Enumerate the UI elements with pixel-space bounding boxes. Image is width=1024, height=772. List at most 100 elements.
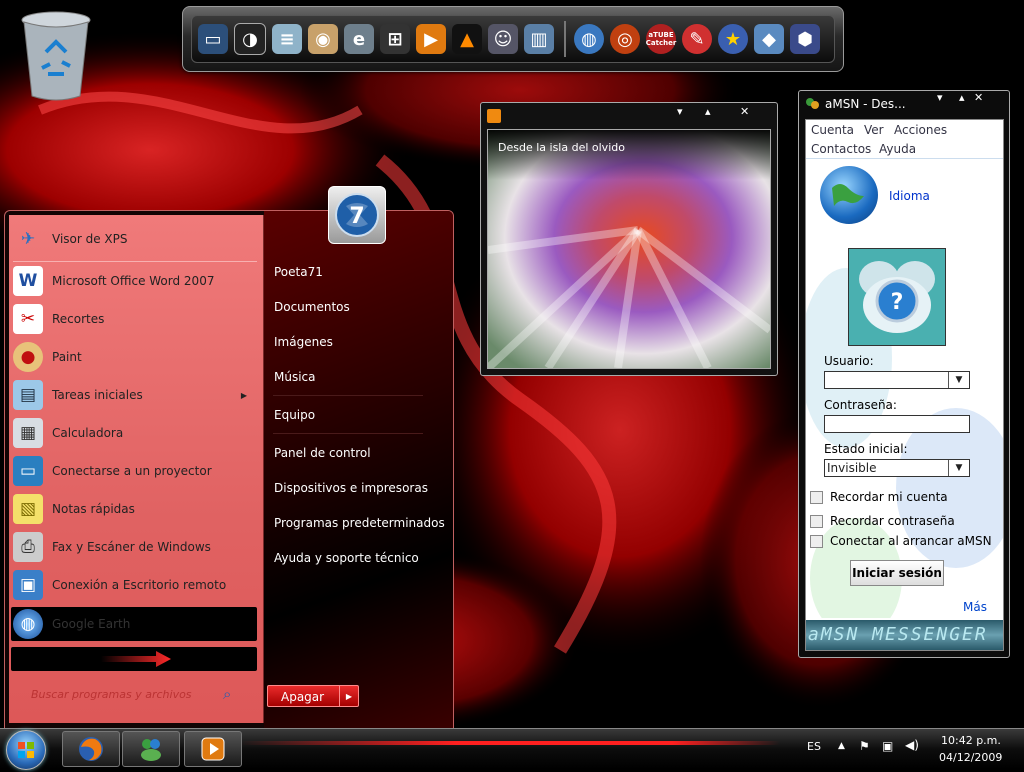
clock-date[interactable]: 04/12/2009 <box>939 751 1002 764</box>
volume-icon[interactable]: ◀) <box>905 738 919 752</box>
start-item-label: Paint <box>52 350 82 364</box>
taskbar-media-player[interactable] <box>184 731 242 767</box>
place-control-panel[interactable]: Panel de control <box>274 442 371 464</box>
user-input[interactable]: ▼ <box>824 371 970 389</box>
shutdown-options-arrow-icon[interactable]: ▶ <box>339 686 358 706</box>
checkbox-box[interactable] <box>810 514 823 528</box>
media-player-icon[interactable]: ▶ <box>416 24 446 54</box>
clock-time[interactable]: 10:42 p.m. <box>941 734 1001 747</box>
start-item-calculator[interactable]: ▦ Calculadora <box>13 415 257 451</box>
start-item-label: Fax y Escáner de Windows <box>52 540 211 554</box>
start-item-label: Conectarse a un proyector <box>52 464 212 478</box>
minimize-icon[interactable]: ▾ <box>937 91 943 104</box>
password-input[interactable] <box>824 415 970 433</box>
taskbar-firefox[interactable] <box>62 731 120 767</box>
chevron-down-icon[interactable]: ▼ <box>948 460 969 476</box>
show-hidden-icons-icon[interactable]: ▲ <box>838 741 845 751</box>
place-documents[interactable]: Documentos <box>274 296 350 318</box>
xps-viewer-icon: ✈ <box>20 229 36 249</box>
shutdown-button[interactable]: Apagar ▶ <box>267 685 359 707</box>
book-icon[interactable]: ▥ <box>524 24 554 54</box>
amsn-banner: aMSN MESSENGER <box>806 620 1003 650</box>
status-select[interactable]: Invisible ▼ <box>824 459 970 477</box>
place-music[interactable]: Música <box>274 366 316 388</box>
auto-connect-checkbox[interactable]: Conectar al arrancar aMSN <box>810 534 992 548</box>
menu-ayuda[interactable]: Ayuda <box>879 142 916 156</box>
all-programs-bar[interactable] <box>11 647 257 671</box>
start-item-sticky-notes[interactable]: ▧ Notas rápidas <box>13 491 257 527</box>
checkbox-box[interactable] <box>810 490 823 504</box>
windows-icon[interactable]: ⊞ <box>380 24 410 54</box>
network-icon[interactable]: ▣ <box>882 739 893 753</box>
start-item-projector[interactable]: ▭ Conectarse a un proyector <box>13 453 257 489</box>
more-link[interactable]: Más <box>963 600 987 614</box>
star-icon[interactable]: ★ <box>718 24 748 54</box>
start-item-xps-viewer[interactable]: ✈ Visor de XPS <box>13 221 257 257</box>
place-pictures[interactable]: Imágenes <box>274 331 333 353</box>
virtualbox-icon[interactable]: ◆ <box>754 24 784 54</box>
close-icon[interactable]: ✕ <box>974 91 983 104</box>
top-dock: ▭ ◑ ≡ ◉ e ⊞ ▶ ▲ ☺ ▥ ◍ ◎ aTUBE Catcher ✎ … <box>182 6 844 72</box>
start-item-snipping-tool[interactable]: ✂ Recortes <box>13 301 257 337</box>
place-default-programs[interactable]: Programas predeterminados <box>274 512 445 534</box>
place-user[interactable]: Poeta71 <box>274 261 323 283</box>
remember-account-checkbox[interactable]: Recordar mi cuenta <box>810 490 948 504</box>
recycle-bin-icon[interactable] <box>18 8 94 102</box>
start-item-fax-scanner[interactable]: ⎙ Fax y Escáner de Windows <box>13 529 257 565</box>
checkbox-box[interactable] <box>810 534 823 548</box>
start-item-getting-started[interactable]: ▤ Tareas iniciales ▶ <box>13 377 257 413</box>
start-item-label: Calculadora <box>52 426 124 440</box>
start-menu-places-pane <box>264 211 453 729</box>
start-item-paint[interactable]: ● Paint <box>13 339 257 375</box>
start-item-label: Notas rápidas <box>52 502 135 516</box>
close-icon[interactable]: ✕ <box>740 105 749 118</box>
action-center-flag-icon[interactable]: ⚑ <box>859 739 870 753</box>
remember-password-checkbox[interactable]: Recordar contraseña <box>810 514 955 528</box>
start-item-label: Recortes <box>52 312 105 326</box>
menu-contactos[interactable]: Contactos <box>811 142 871 156</box>
minimize-icon[interactable]: ▾ <box>677 105 683 118</box>
start-button[interactable] <box>6 730 46 770</box>
language-link[interactable]: Idioma <box>889 189 930 203</box>
monitor-icon[interactable]: ▭ <box>198 24 228 54</box>
status-value: Invisible <box>827 461 877 475</box>
places-divider <box>273 395 423 396</box>
ie-icon[interactable]: e <box>344 24 374 54</box>
start-item-google-earth[interactable]: ◍ Google Earth <box>13 606 257 642</box>
notepad-icon[interactable]: ≡ <box>272 24 302 54</box>
start-item-word[interactable]: W Microsoft Office Word 2007 <box>13 263 257 299</box>
language-indicator[interactable]: ES <box>807 740 821 753</box>
globe-icon[interactable]: ◍ <box>574 24 604 54</box>
visualization-art <box>485 130 773 371</box>
search-icon[interactable]: ⌕ <box>223 685 231 703</box>
control-panel-icon[interactable]: ◑ <box>234 23 266 55</box>
maximize-icon[interactable]: ▴ <box>705 105 711 118</box>
start-item-remote-desktop[interactable]: ▣ Conexión a Escritorio remoto <box>13 567 257 603</box>
maximize-icon[interactable]: ▴ <box>959 91 965 104</box>
menu-ver[interactable]: Ver <box>864 123 884 137</box>
cd-icon[interactable]: ◉ <box>308 24 338 54</box>
vlc-icon[interactable]: ▲ <box>452 24 482 54</box>
ring-icon[interactable]: ◎ <box>610 24 640 54</box>
paint-icon[interactable]: ✎ <box>682 24 712 54</box>
fax-scanner-icon: ⎙ <box>13 532 43 562</box>
menu-acciones[interactable]: Acciones <box>894 123 947 137</box>
login-button[interactable]: Iniciar sesión <box>850 560 944 586</box>
atube-catcher-icon[interactable]: aTUBE Catcher <box>646 24 676 54</box>
taskbar-msn[interactable] <box>122 731 180 767</box>
user-picture: 7 <box>328 186 386 244</box>
place-help-support[interactable]: Ayuda y soporte técnico <box>274 547 419 569</box>
chevron-down-icon[interactable]: ▼ <box>948 372 969 388</box>
search-input[interactable]: Buscar programas y archivos <box>15 683 243 707</box>
display-picture[interactable]: ? <box>848 248 946 346</box>
users-icon[interactable]: ☺ <box>488 24 518 54</box>
place-computer[interactable]: Equipo <box>274 404 315 426</box>
amsn-login-panel: Cuenta Ver Acciones Contactos Ayuda Idio… <box>805 119 1004 651</box>
language-globe-icon <box>820 166 878 224</box>
shutdown-label: Apagar <box>281 690 325 704</box>
network-icon[interactable]: ⬢ <box>790 24 820 54</box>
menu-cuenta[interactable]: Cuenta <box>811 123 854 137</box>
place-devices-printers[interactable]: Dispositivos e impresoras <box>274 477 428 499</box>
windows7-badge-text: 7 <box>349 204 364 229</box>
firefox-icon <box>79 737 103 761</box>
